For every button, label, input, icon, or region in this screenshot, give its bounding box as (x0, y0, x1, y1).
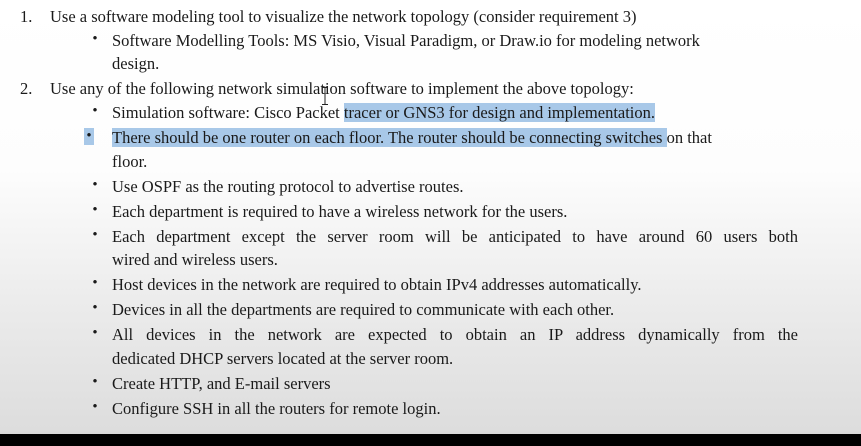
bullet: • (92, 227, 98, 243)
bottom-bar (0, 434, 861, 446)
modeling-tools-line2: design. (112, 54, 160, 73)
bullet: • (92, 202, 98, 218)
bullet: • (92, 374, 98, 390)
servers-requirement: Create HTTP, and E-mail servers (112, 374, 331, 393)
bullet: • (92, 177, 98, 193)
text-selection-highlight[interactable]: tracer or GNS3 for design and implementa… (343, 103, 656, 122)
users-requirement-line2: wired and wireless users. (112, 250, 278, 269)
bullet: • (92, 399, 98, 415)
list-number-2: 2. (20, 79, 33, 98)
users-requirement-line1: Each department except the server room w… (112, 227, 798, 246)
simulation-software-line: Simulation software: Cisco Packet tracer… (112, 103, 656, 123)
dhcp-requirement-line1: All devices in the network are expected … (112, 325, 798, 344)
bullet: • (92, 103, 98, 119)
list-item-2-text: Use any of the following network simulat… (50, 79, 634, 98)
text-cursor-icon (322, 87, 328, 105)
router-requirement-rest: on that (666, 128, 712, 147)
communication-requirement: Devices in all the departments are requi… (112, 300, 615, 319)
ssh-requirement: Configure SSH in all the routers for rem… (112, 399, 441, 418)
bullet: • (92, 325, 98, 341)
bullet-selected: • (84, 128, 94, 145)
dhcp-requirement-line2: dedicated DHCP servers located at the se… (112, 349, 454, 368)
bullet: • (92, 31, 98, 47)
wireless-requirement: Each department is required to have a wi… (112, 202, 568, 221)
ospf-requirement: Use OSPF as the routing protocol to adve… (112, 177, 464, 196)
ipv4-requirement: Host devices in the network are required… (112, 275, 642, 294)
router-requirement-line2: floor. (112, 152, 148, 171)
document-page: 1. Use a software modeling tool to visua… (0, 0, 861, 434)
list-item-1-text: Use a software modeling tool to visualiz… (50, 7, 637, 26)
router-requirement-line1: There should be one router on each floor… (112, 128, 712, 148)
bullet: • (92, 300, 98, 316)
modeling-tools-line1: Software Modelling Tools: MS Visio, Visu… (112, 31, 700, 50)
list-number-1: 1. (20, 7, 33, 26)
bullet: • (92, 275, 98, 291)
text-selection-highlight[interactable]: There should be one router on each floor… (112, 128, 667, 147)
simulation-software-text: Simulation software: Cisco Packet (112, 103, 344, 122)
